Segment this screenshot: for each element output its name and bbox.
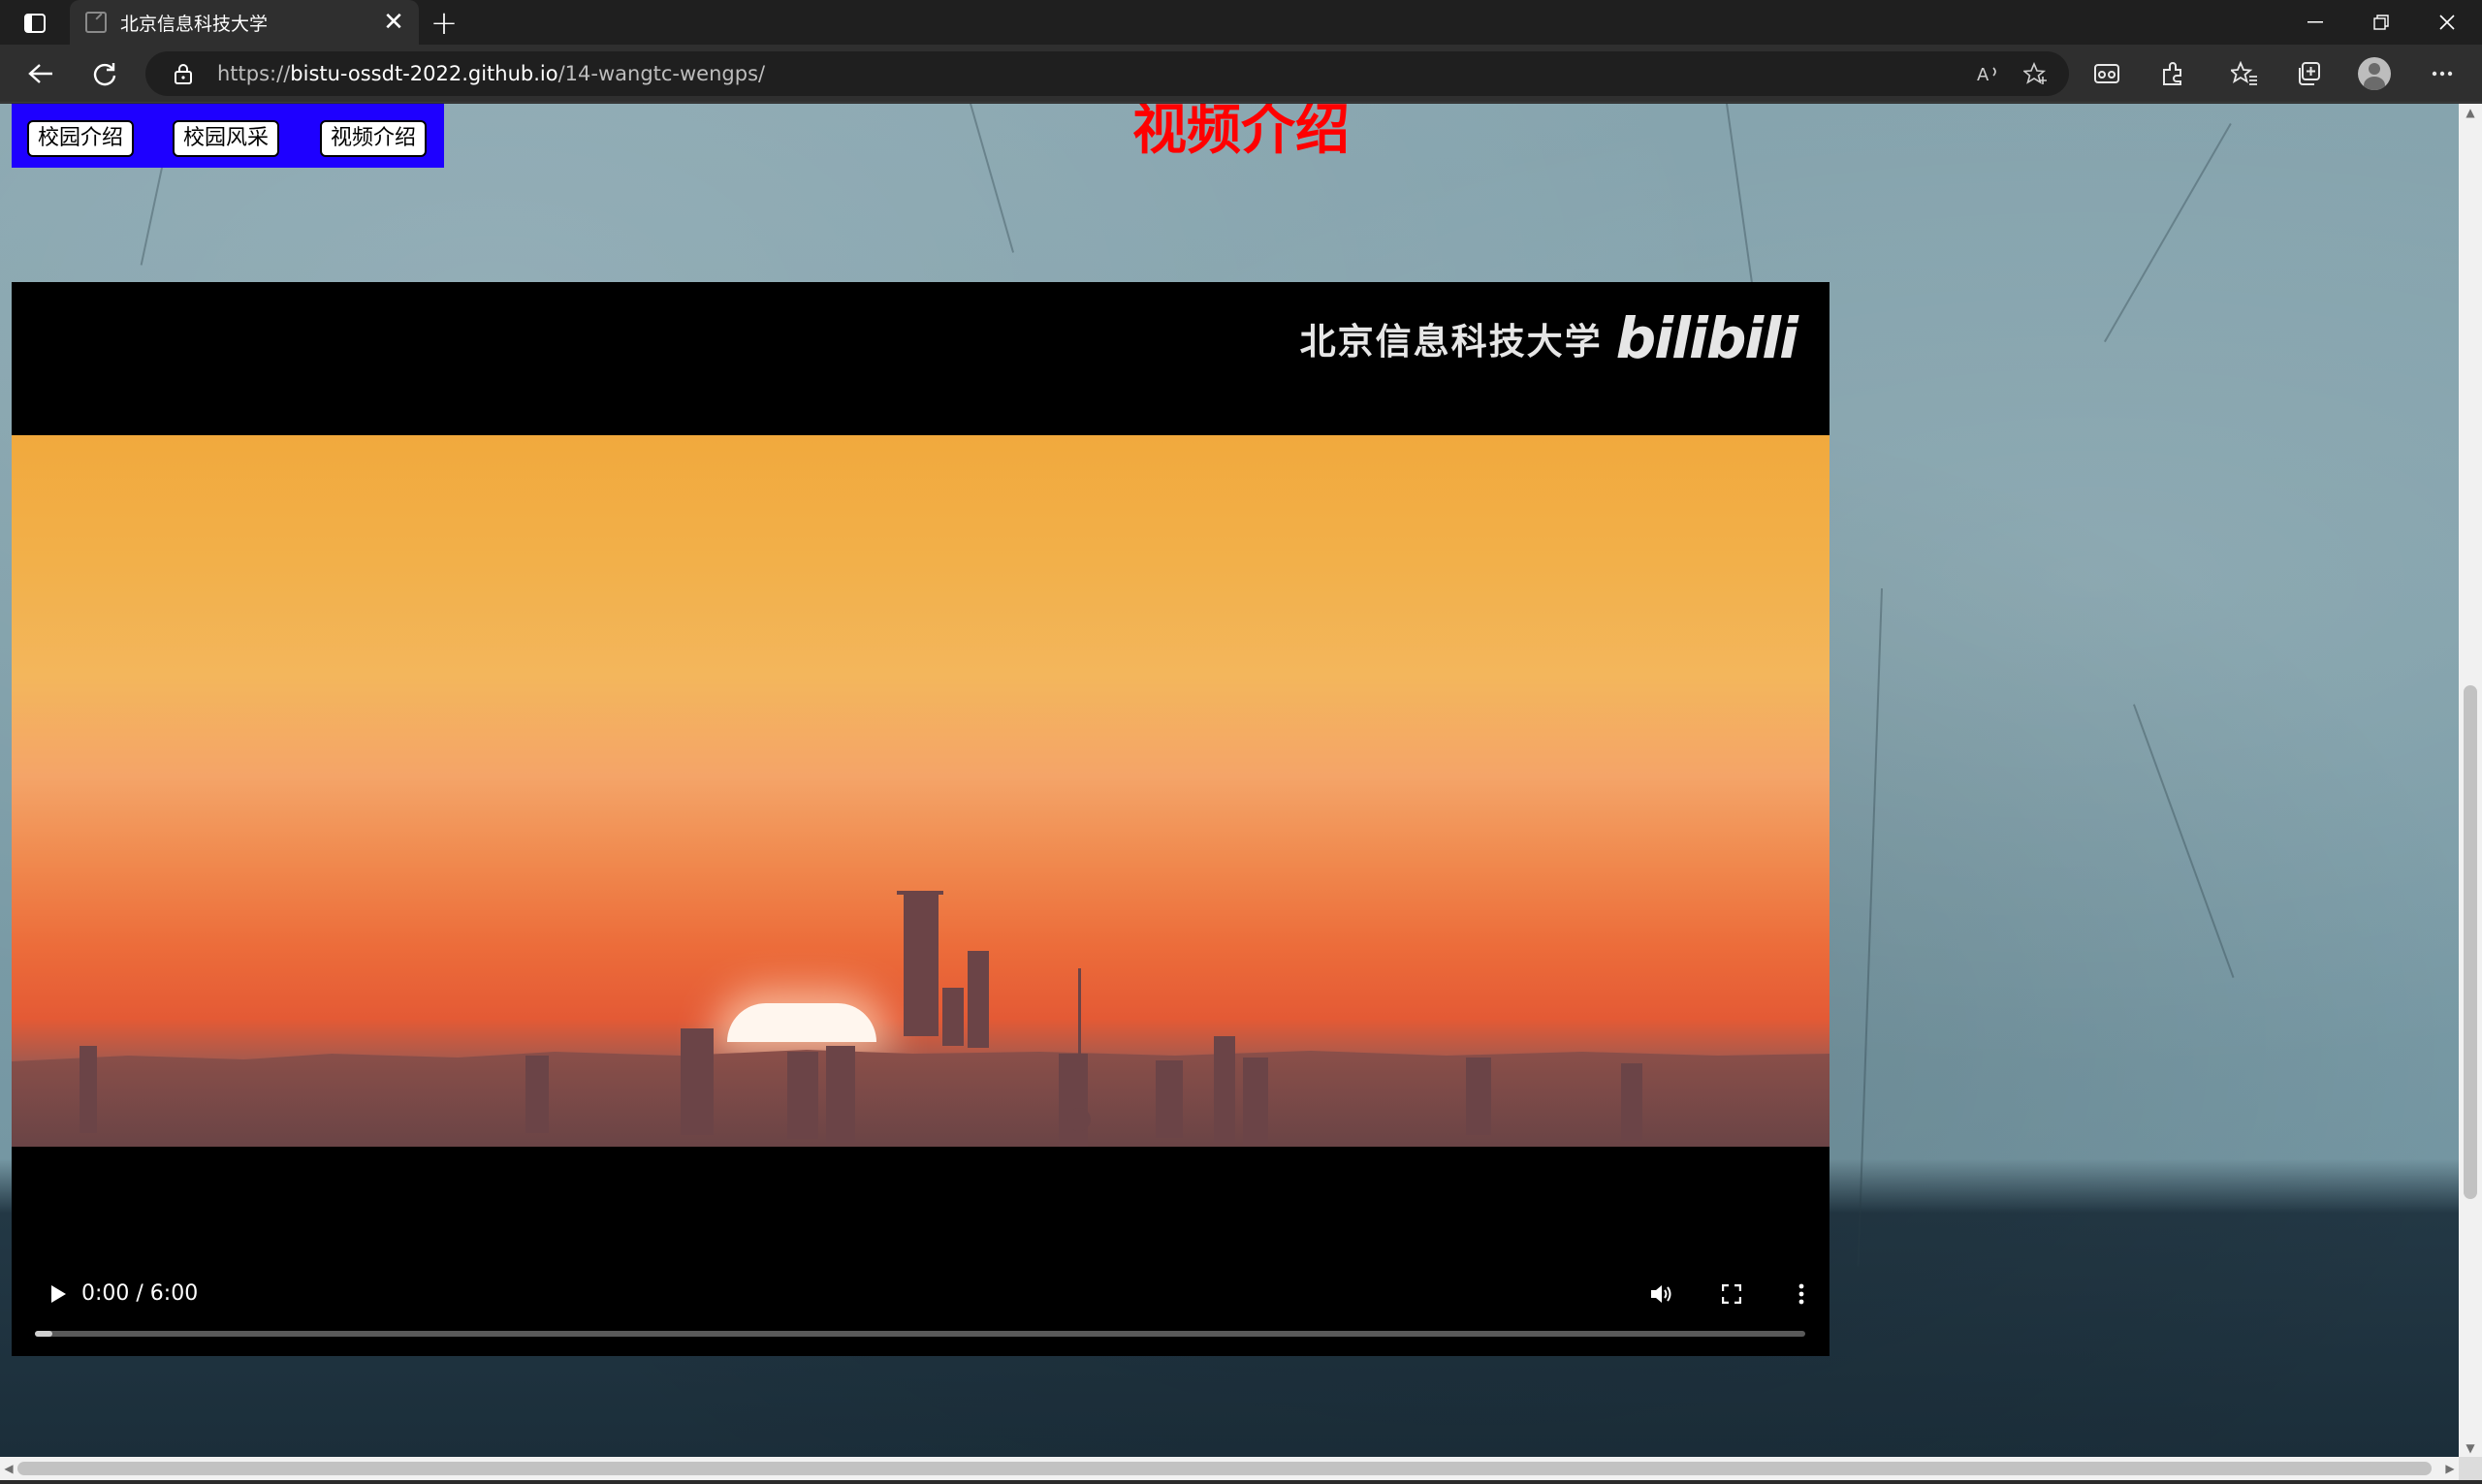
- tab-favicon-icon: [85, 12, 107, 33]
- video-time: 0:00 / 6:00: [81, 1281, 199, 1306]
- bilibili-logo: bilibili: [1615, 305, 1798, 371]
- vertical-scrollbar[interactable]: ▲ ▼: [2459, 104, 2482, 1457]
- page-heading: 视频介绍: [1132, 104, 1350, 162]
- browser-toolbar: https://bistu-ossdt-2022.github.io/14-wa…: [0, 45, 2482, 103]
- nav-button-campus-style[interactable]: 校园风采: [173, 120, 280, 157]
- wall-crack: [2104, 123, 2232, 343]
- progress-buffer: [35, 1331, 53, 1337]
- nav-button-video-intro[interactable]: 视频介绍: [320, 120, 428, 157]
- watermark-text: 北京信息科技大学: [1299, 321, 1603, 363]
- url-scheme: https://: [217, 62, 291, 85]
- scroll-down-icon[interactable]: ▼: [2462, 1439, 2479, 1457]
- browser-title-bar: 北京信息科技大学 ✕ +: [0, 0, 2482, 45]
- add-favorite-icon[interactable]: [2021, 59, 2052, 88]
- restore-icon[interactable]: [2348, 0, 2414, 45]
- url-path: /14-wangtc-wengps/: [557, 62, 766, 85]
- scrollbar-corner: [2459, 1457, 2482, 1480]
- svg-text:A: A: [1977, 65, 1989, 84]
- video-frame: [12, 435, 1830, 1147]
- extensions-icon[interactable]: [2154, 56, 2191, 91]
- refresh-icon[interactable]: [85, 54, 124, 93]
- scroll-left-icon[interactable]: ◀: [0, 1460, 17, 1477]
- back-icon[interactable]: [21, 54, 60, 93]
- vertical-scroll-thumb[interactable]: [2464, 685, 2477, 1199]
- more-options-icon[interactable]: [1780, 1273, 1823, 1315]
- horizontal-scroll-thumb[interactable]: [17, 1462, 2432, 1475]
- address-bar[interactable]: https://bistu-ossdt-2022.github.io/14-wa…: [145, 51, 2069, 96]
- browser-tab[interactable]: 北京信息科技大学 ✕: [70, 0, 419, 45]
- settings-more-icon[interactable]: [2424, 56, 2461, 91]
- close-window-icon[interactable]: [2414, 0, 2480, 45]
- lock-icon[interactable]: [175, 63, 192, 84]
- video-controls: 0:00 / 6:00: [12, 1259, 1830, 1356]
- fullscreen-icon[interactable]: [1710, 1273, 1753, 1315]
- play-icon[interactable]: [37, 1273, 80, 1315]
- url-text[interactable]: https://bistu-ossdt-2022.github.io/14-wa…: [217, 51, 765, 96]
- horizontal-scrollbar[interactable]: ◀ ▶: [0, 1457, 2459, 1480]
- volume-icon[interactable]: [1640, 1273, 1683, 1315]
- tab-title: 北京信息科技大学: [120, 13, 269, 35]
- page-viewport: 校园介绍 校园风采 视频介绍 视频介绍 北京信息科技大学 bilibili 0:…: [0, 104, 2459, 1457]
- new-tab-button[interactable]: +: [425, 4, 463, 43]
- video-progress-bar[interactable]: [35, 1331, 1805, 1337]
- wall-crack: [970, 104, 1015, 253]
- minimize-icon[interactable]: [2282, 0, 2348, 45]
- sidebar-toggle-icon[interactable]: [19, 10, 50, 37]
- url-host: bistu-ossdt-2022.github.io: [290, 62, 558, 85]
- video-watermark: 北京信息科技大学 bilibili: [1299, 305, 1798, 371]
- city-skyline: [12, 891, 1830, 1147]
- nav-menu: 校园介绍 校园风采 视频介绍: [12, 104, 444, 168]
- wall-crack: [1726, 104, 1755, 297]
- tab-close-icon[interactable]: ✕: [374, 3, 413, 42]
- wall-crack: [1857, 588, 1883, 1267]
- read-aloud-icon[interactable]: A: [1974, 59, 2005, 88]
- scroll-right-icon[interactable]: ▶: [2441, 1460, 2459, 1477]
- nav-button-campus-intro[interactable]: 校园介绍: [27, 120, 135, 157]
- collections-icon[interactable]: [2290, 56, 2327, 91]
- profile-avatar[interactable]: [2358, 57, 2391, 90]
- immersive-reader-icon[interactable]: [2088, 56, 2125, 91]
- wall-crack: [2133, 704, 2235, 978]
- scroll-up-icon[interactable]: ▲: [2462, 104, 2479, 121]
- video-player[interactable]: 北京信息科技大学 bilibili 0:00 / 6:00: [12, 282, 1830, 1356]
- favorites-icon[interactable]: [2226, 56, 2263, 91]
